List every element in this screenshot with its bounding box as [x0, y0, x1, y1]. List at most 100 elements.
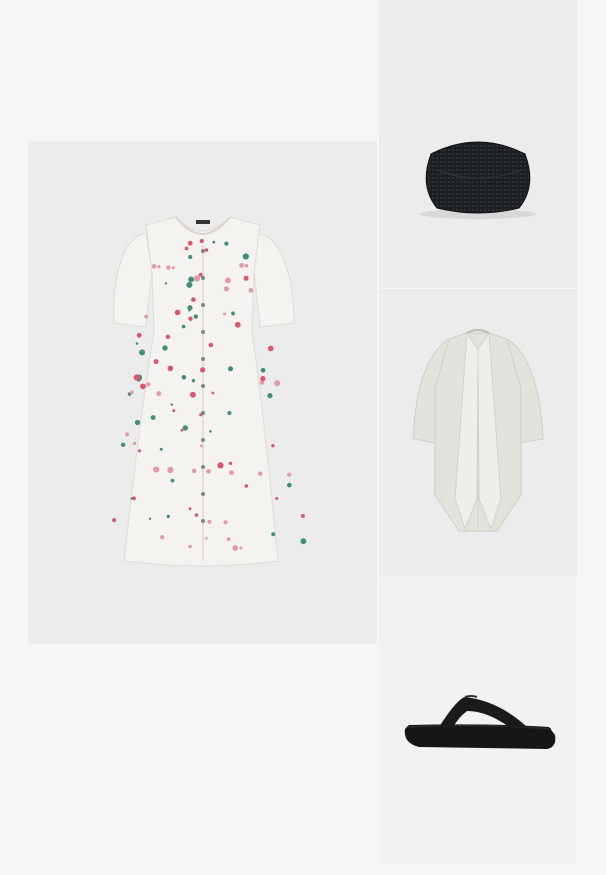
dress-print-dot	[208, 342, 214, 348]
dress-print-dot	[260, 376, 266, 382]
dress-print-dot	[223, 520, 228, 525]
dress-button	[201, 438, 205, 442]
dress-print-dot	[188, 316, 193, 321]
dress-print-dot	[258, 471, 263, 476]
dress-print-dot	[287, 472, 292, 477]
dress-print-dot	[188, 254, 193, 260]
dress-print-dot	[244, 484, 249, 488]
dress-print-dot	[132, 496, 136, 501]
dress-button	[201, 330, 205, 334]
dress-print-dot	[193, 314, 198, 319]
dress-print-dot	[150, 415, 156, 420]
floral-dress-image	[28, 141, 377, 644]
dress-button	[201, 249, 205, 253]
dress-print-dot	[188, 507, 192, 511]
dress-print-dot	[171, 266, 175, 270]
dress-print-dot	[206, 469, 211, 474]
dress-print-dot	[151, 264, 157, 269]
dress-print-dot	[268, 345, 274, 352]
dress-button	[201, 384, 205, 388]
dress-print-dot	[188, 544, 192, 549]
dress-print-dot	[146, 382, 151, 387]
dress-print-dot	[133, 441, 137, 445]
dress-print-dot	[140, 383, 146, 390]
dress-print-dot	[190, 391, 196, 398]
handbag-product-tile[interactable]	[379, 0, 577, 288]
black-flip-flop-sandal-image	[379, 577, 577, 865]
dress-print-dot	[184, 246, 189, 251]
dress-print-dot	[228, 461, 233, 465]
dress-print-dot	[133, 374, 140, 381]
dress-print-dot	[239, 546, 243, 550]
dress-print-dot	[243, 275, 249, 281]
dress-print-dot	[112, 518, 117, 523]
dress-print-dot	[166, 265, 171, 270]
dress-print-dot	[160, 535, 165, 540]
dress-print-dot	[242, 253, 249, 260]
dress-print-dot	[191, 468, 197, 474]
dress-print-dot	[170, 403, 173, 406]
dress-product-tile[interactable]	[28, 141, 377, 644]
dress-print-dot	[139, 349, 146, 356]
dress-print-dot	[134, 419, 141, 426]
dress-print-dot	[166, 514, 170, 519]
dress-print-dot	[227, 411, 232, 415]
dress-print-dot	[200, 444, 203, 448]
dress-print-dot	[180, 428, 184, 432]
dress-print-dot	[144, 314, 149, 319]
dress-print-dot	[287, 482, 292, 488]
dress-print-dot	[260, 368, 266, 373]
dress-print-dot	[244, 264, 249, 268]
dress-print-dot	[229, 470, 234, 476]
dress-print-dot	[186, 281, 193, 288]
dress-print-dot	[164, 282, 168, 285]
dress-print-dot	[209, 430, 212, 433]
dress-print-dot	[271, 532, 276, 537]
dress-print-dot	[157, 265, 161, 269]
dress-print-dot	[267, 393, 273, 399]
dress-print-dot	[170, 478, 175, 483]
dress-print-dot	[211, 391, 215, 395]
dress-print-dot	[224, 241, 229, 246]
dress-print-dot	[162, 345, 168, 351]
dress-print-dot	[153, 359, 159, 365]
dress-button	[201, 492, 205, 496]
dress-print-dot	[137, 449, 142, 453]
dress-button	[201, 519, 205, 523]
dress-print-dot	[148, 517, 152, 520]
dress-print-dot	[174, 309, 181, 316]
dress-print-dot	[271, 444, 275, 448]
dress-print-dot	[232, 545, 239, 551]
dress-print-dot	[181, 324, 186, 329]
dress-print-dot	[231, 311, 235, 315]
dress-print-dot	[193, 275, 201, 282]
dress-print-dot	[226, 537, 231, 541]
dress-print-dot	[275, 497, 279, 500]
dress-print-dot	[188, 276, 195, 283]
dress-button	[201, 465, 205, 469]
dress-print-dot	[156, 391, 162, 397]
dress-print-dot	[191, 379, 196, 383]
cardigan-product-tile[interactable]	[379, 289, 577, 576]
dress-print-dot	[182, 425, 188, 431]
sandal-product-tile[interactable]	[379, 577, 577, 865]
dress-print-dot	[135, 342, 139, 345]
black-mesh-handbag-image	[379, 0, 577, 288]
dress-print-dot	[217, 462, 224, 469]
dress-print-dot	[188, 308, 191, 312]
dress-print-dot	[191, 297, 196, 302]
dress-print-dot	[234, 321, 241, 328]
dress-print-dot	[125, 432, 130, 437]
dress-print-dot	[207, 519, 212, 524]
dress-print-dot	[199, 238, 204, 244]
dress-print-dot	[159, 447, 163, 451]
dress-print-dot	[205, 537, 208, 540]
dress-print-dot	[212, 240, 216, 244]
dress-print-dot	[129, 390, 134, 395]
dress-print-dot	[204, 248, 209, 252]
dress-print-dot	[198, 272, 203, 277]
dress-button	[201, 411, 205, 415]
dress-print-dot	[300, 513, 305, 518]
dress-print-dot	[172, 409, 176, 413]
dress-button	[201, 357, 205, 361]
